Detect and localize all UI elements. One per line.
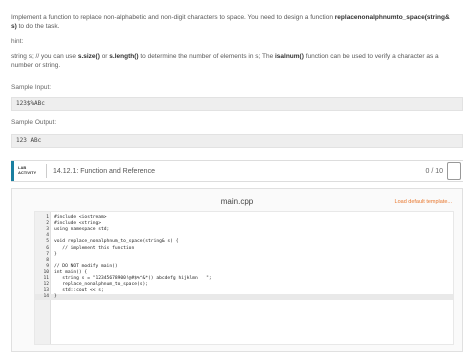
code-editor-panel: main.cpp Load default template... 1 #incl… <box>11 188 463 352</box>
load-default-template-link[interactable]: Load default template... <box>395 199 452 205</box>
lab-title: 14.12.1: Function and Reference <box>53 167 155 175</box>
sample-output-box: 123 ABc <box>11 134 463 148</box>
hint-length: s.length() <box>109 53 139 60</box>
hint-part: to determine the number of elements in s… <box>138 53 275 60</box>
task-description: Implement a function to replace non-alph… <box>11 13 456 31</box>
divider <box>46 164 47 178</box>
lab-activity-header: LAB ACTIVITY 14.12.1: Function and Refer… <box>11 160 463 182</box>
score-badge-icon <box>447 162 461 180</box>
code-line[interactable]: 14} <box>35 294 453 301</box>
code-editor[interactable]: 1 #include <iostream> 2 #include <string> 3 u… <box>34 211 454 345</box>
hint-size: s.size() <box>77 53 100 60</box>
hint-isalnum: isalnum() <box>275 53 304 60</box>
lab-score: 0 / 10 <box>425 167 443 175</box>
problem-prompt: Implement a function to replace non-alph… <box>11 13 456 76</box>
sample-input-label: Sample Input: <box>11 84 52 91</box>
badge-line2: ACTIVITY <box>18 170 37 175</box>
hint-text: string s; // you can use s.size() or s.l… <box>11 52 456 70</box>
hint-label: hint: <box>11 38 24 45</box>
task-text: Implement a function to replace non-alph… <box>11 14 333 21</box>
sample-input-box: 123$%ABc <box>11 97 463 111</box>
task-text-end: to do the task. <box>16 23 60 30</box>
lab-activity-badge: LAB ACTIVITY <box>11 161 44 181</box>
code-text: } <box>54 294 57 300</box>
hint-part: or <box>99 53 110 60</box>
line-number: 14 <box>43 294 49 300</box>
sample-output-label: Sample Output: <box>11 119 57 126</box>
hint-part: string s; // you can use <box>11 53 78 60</box>
